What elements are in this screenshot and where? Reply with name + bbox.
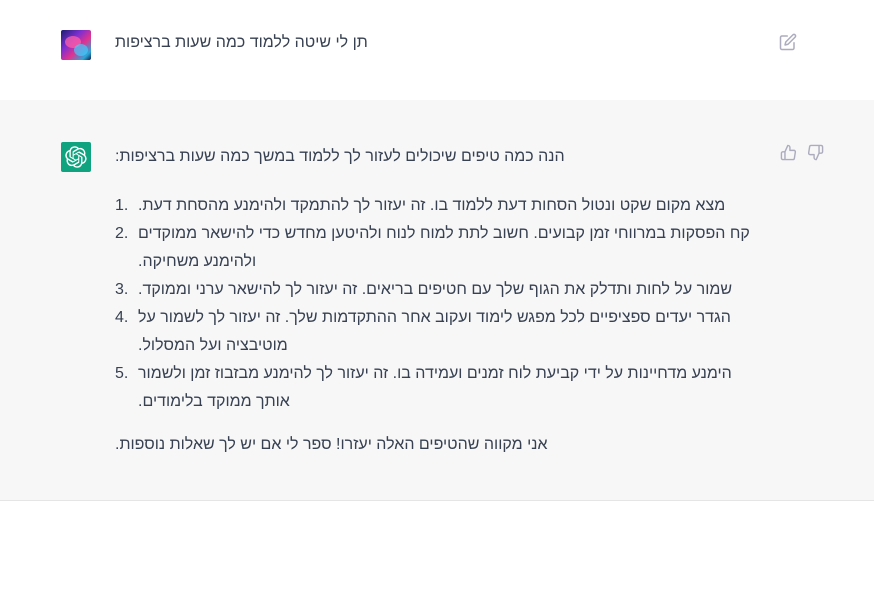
list-item-text: הימנע מדחיינות על ידי קביעת לוח זמנים וע…	[138, 365, 732, 410]
list-item-text: מצא מקום שקט ונטול הסחות דעת ללמוד בו. ז…	[138, 197, 726, 214]
openai-logo-icon	[61, 142, 91, 172]
list-item-text: קח הפסקות במרווחי זמן קבועים. חשוב לתת ל…	[138, 225, 750, 270]
thumbs-down-icon[interactable]	[807, 144, 825, 162]
list-item-number: 3.	[115, 281, 129, 298]
list-item-number: 5.	[115, 365, 129, 382]
thumbs-up-icon[interactable]	[780, 144, 798, 162]
tips-list: 1. מצא מקום שקט ונטול הסחות דעת ללמוד בו.…	[115, 192, 755, 416]
list-item-number: 2.	[115, 225, 129, 242]
list-item-number: 1.	[115, 197, 129, 214]
list-item: 4. הגדר יעדים ספציפיים לכל מפגש לימוד ועק…	[115, 304, 755, 360]
list-item-text: הגדר יעדים ספציפיים לכל מפגש לימוד ועקוב…	[138, 309, 731, 354]
assistant-message-row: הנה כמה טיפים שיכולים לעזור לך ללמוד במש…	[0, 100, 874, 501]
edit-icon[interactable]	[779, 33, 797, 51]
user-message-row: תן לי שיטה ללמוד כמה שעות ברציפות	[0, 0, 874, 101]
list-item: 5. הימנע מדחיינות על ידי קביעת לוח זמנים …	[115, 360, 755, 416]
list-item: 3. שמור על לחות ותדלק את הגוף שלך עם חטיפ…	[115, 276, 755, 304]
list-item-number: 4.	[115, 309, 129, 326]
list-item: 2. קח הפסקות במרווחי זמן קבועים. חשוב לתת…	[115, 220, 755, 276]
list-item-text: שמור על לחות ותדלק את הגוף שלך עם חטיפים…	[138, 281, 733, 298]
user-message-text: תן לי שיטה ללמוד כמה שעות ברציפות	[115, 32, 375, 54]
assistant-intro-text: הנה כמה טיפים שיכולים לעזור לך ללמוד במש…	[115, 148, 565, 165]
assistant-outro-text: אני מקווה שהטיפים האלה יעזרו! ספר לי אם …	[115, 436, 548, 453]
user-message-content: תן לי שיטה ללמוד כמה שעות ברציפות	[115, 34, 368, 51]
user-avatar	[61, 30, 91, 60]
list-item: 1. מצא מקום שקט ונטול הסחות דעת ללמוד בו.…	[115, 192, 755, 220]
